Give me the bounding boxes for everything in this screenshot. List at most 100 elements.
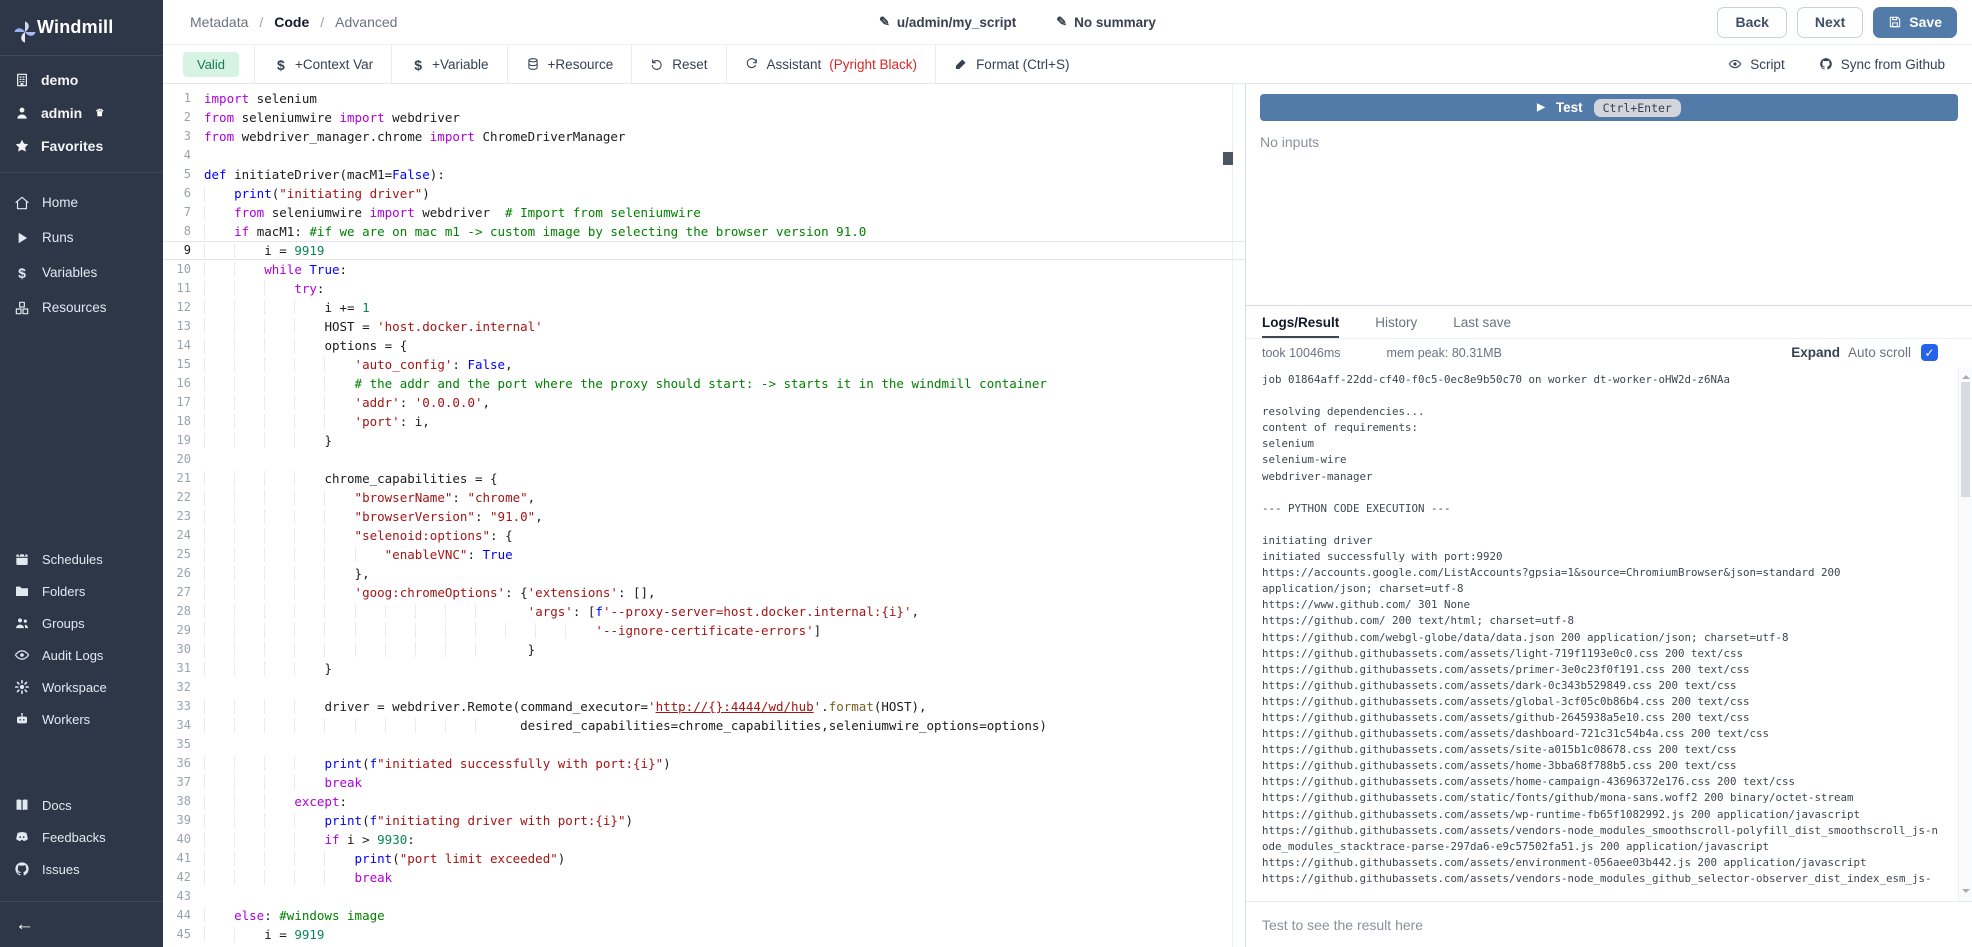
scroll-down-icon[interactable] xyxy=(1962,889,1970,897)
code-line[interactable]: 33 driver = webdriver.Remote(command_exe… xyxy=(163,697,1245,716)
log-output[interactable]: job 01864aff-22dd-cf40-f0c5-0ec8e9b50c70… xyxy=(1246,366,1972,901)
user-menu[interactable]: admin ♛ xyxy=(14,105,149,121)
code-text: } xyxy=(191,640,535,659)
line-number: 31 xyxy=(163,659,191,678)
sidebar-item-home[interactable]: Home xyxy=(14,185,149,220)
code-line[interactable]: 29 '--ignore-certificate-errors'] xyxy=(163,621,1245,640)
code-line[interactable]: 28 'args': [f'--proxy-server=host.docker… xyxy=(163,602,1245,621)
code-line[interactable]: 34 desired_capabilities=chrome_capabilit… xyxy=(163,716,1245,735)
code-line[interactable]: 13 HOST = 'host.docker.internal' xyxy=(163,317,1245,336)
back-button[interactable]: Back xyxy=(1717,7,1786,38)
code-line[interactable]: 14 options = { xyxy=(163,336,1245,355)
code-line[interactable]: 12 i += 1 xyxy=(163,298,1245,317)
sidebar-item-favorites[interactable]: Favorites xyxy=(14,138,149,154)
sync-from-github-button[interactable]: Sync from Github xyxy=(1802,45,1962,83)
-context-var-button[interactable]: $+Context Var xyxy=(254,45,391,83)
code-line[interactable]: 2from seleniumwire import webdriver xyxy=(163,108,1245,127)
sidebar-item-audit-logs[interactable]: Audit Logs xyxy=(14,639,149,671)
code-line[interactable]: 17 'addr': '0.0.0.0', xyxy=(163,393,1245,412)
code-line[interactable]: 18 'port': i, xyxy=(163,412,1245,431)
tab-advanced[interactable]: Advanced xyxy=(335,14,397,30)
code-line[interactable]: 38 except: xyxy=(163,792,1245,811)
next-button[interactable]: Next xyxy=(1797,7,1863,38)
code-line[interactable]: 40 if i > 9930: xyxy=(163,830,1245,849)
code-line[interactable]: 11 try: xyxy=(163,279,1245,298)
code-line[interactable]: 42 break xyxy=(163,868,1245,887)
collapse-sidebar-button[interactable]: ← xyxy=(15,914,34,936)
code-line[interactable]: 26 }, xyxy=(163,564,1245,583)
code-line[interactable]: 19 } xyxy=(163,431,1245,450)
tab-code[interactable]: Code xyxy=(274,14,309,30)
code-line[interactable]: 37 break xyxy=(163,773,1245,792)
editor-scrollbar[interactable] xyxy=(1232,84,1245,947)
line-number: 40 xyxy=(163,830,191,849)
code-editor[interactable]: 1import selenium2from seleniumwire impor… xyxy=(163,84,1245,947)
code-line[interactable]: 44 else: #windows image xyxy=(163,906,1245,925)
expand-logs-button[interactable]: Expand xyxy=(1791,345,1840,360)
code-text: from seleniumwire import webdriver xyxy=(191,108,460,127)
code-line[interactable]: 23 "browserVersion": "91.0", xyxy=(163,507,1245,526)
code-line[interactable]: 30 } xyxy=(163,640,1245,659)
script-summary[interactable]: ✎ No summary xyxy=(1056,14,1156,30)
code-line[interactable]: 1import selenium xyxy=(163,89,1245,108)
scroll-up-icon[interactable] xyxy=(1962,371,1970,379)
code-line[interactable]: 45 i = 9919 xyxy=(163,925,1245,944)
code-line[interactable]: 10 while True: xyxy=(163,260,1245,279)
toolbar-button-label: +Resource xyxy=(548,57,614,72)
format-ctrl-s--button[interactable]: Format (Ctrl+S) xyxy=(935,45,1087,83)
sidebar-item-workspace[interactable]: Workspace xyxy=(14,671,149,703)
code-line[interactable]: 8 if macM1: #if we are on mac m1 -> cust… xyxy=(163,222,1245,241)
test-shortcut-badge: Ctrl+Enter xyxy=(1594,99,1681,117)
sidebar-item-folders[interactable]: Folders xyxy=(14,575,149,607)
code-line[interactable]: 3from webdriver_manager.chrome import Ch… xyxy=(163,127,1245,146)
code-line[interactable]: 20 xyxy=(163,450,1245,469)
code-line[interactable]: 6 print("initiating driver") xyxy=(163,184,1245,203)
sidebar-item-schedules[interactable]: Schedules xyxy=(14,543,149,575)
scrollbar-thumb[interactable] xyxy=(1961,382,1970,497)
tab-logs-result[interactable]: Logs/Result xyxy=(1262,306,1339,338)
code-line[interactable]: 35 xyxy=(163,735,1245,754)
test-button[interactable]: ▶ Test Ctrl+Enter xyxy=(1260,94,1958,121)
code-line[interactable]: 36 print(f"initiated successfully with p… xyxy=(163,754,1245,773)
code-line[interactable]: 15 'auto_config': False, xyxy=(163,355,1245,374)
code-line[interactable]: 21 chrome_capabilities = { xyxy=(163,469,1245,488)
log-scrollbar[interactable] xyxy=(1958,367,1972,901)
tab-metadata[interactable]: Metadata xyxy=(190,14,248,30)
code-line[interactable]: 32 xyxy=(163,678,1245,697)
save-button[interactable]: Save xyxy=(1873,7,1957,38)
script-preview-button[interactable]: Script xyxy=(1711,45,1802,83)
sidebar-item-docs[interactable]: Docs xyxy=(14,789,149,821)
code-line[interactable]: 22 "browserName": "chrome", xyxy=(163,488,1245,507)
sidebar-item-issues[interactable]: Issues xyxy=(14,853,149,885)
runner-panel: ▶ Test Ctrl+Enter No inputs Logs/ResultH… xyxy=(1245,84,1972,947)
code-line[interactable]: 16 # the addr and the port where the pro… xyxy=(163,374,1245,393)
logo-text: Windmill xyxy=(37,17,113,38)
sidebar-item-resources[interactable]: Resources xyxy=(14,290,149,325)
autoscroll-checkbox[interactable]: ✓ xyxy=(1921,344,1938,361)
code-line[interactable]: 25 "enableVNC": True xyxy=(163,545,1245,564)
sidebar-item-feedbacks[interactable]: Feedbacks xyxy=(14,821,149,853)
sidebar-item-variables[interactable]: $Variables xyxy=(14,255,149,290)
code-line[interactable]: 7 from seleniumwire import webdriver # I… xyxy=(163,203,1245,222)
code-line[interactable]: 41 print("port limit exceeded") xyxy=(163,849,1245,868)
code-line[interactable]: 5def initiateDriver(macM1=False): xyxy=(163,165,1245,184)
-resource-button[interactable]: +Resource xyxy=(507,45,632,83)
workspace-selector[interactable]: demo xyxy=(14,72,149,88)
sidebar-item-runs[interactable]: Runs xyxy=(14,220,149,255)
code-line[interactable]: 24 "selenoid:options": { xyxy=(163,526,1245,545)
code-line[interactable]: 31 } xyxy=(163,659,1245,678)
tab-history[interactable]: History xyxy=(1375,306,1417,338)
tab-last-save[interactable]: Last save xyxy=(1453,306,1511,338)
sidebar-item-groups[interactable]: Groups xyxy=(14,607,149,639)
code-line[interactable]: 43 xyxy=(163,887,1245,906)
sidebar-item-workers[interactable]: Workers xyxy=(14,703,149,735)
script-path[interactable]: ✎ u/admin/my_script xyxy=(879,14,1016,30)
logo[interactable]: Windmill xyxy=(0,0,163,56)
reset-button[interactable]: Reset xyxy=(631,45,725,83)
-variable-button[interactable]: $+Variable xyxy=(391,45,506,83)
assistant-button[interactable]: Assistant (Pyright Black) xyxy=(726,45,936,83)
code-line[interactable]: 4 xyxy=(163,146,1245,165)
code-line[interactable]: 39 print(f"initiating driver with port:{… xyxy=(163,811,1245,830)
code-line[interactable]: 27 'goog:chromeOptions': {'extensions': … xyxy=(163,583,1245,602)
code-line[interactable]: 9 i = 9919 xyxy=(163,241,1245,260)
